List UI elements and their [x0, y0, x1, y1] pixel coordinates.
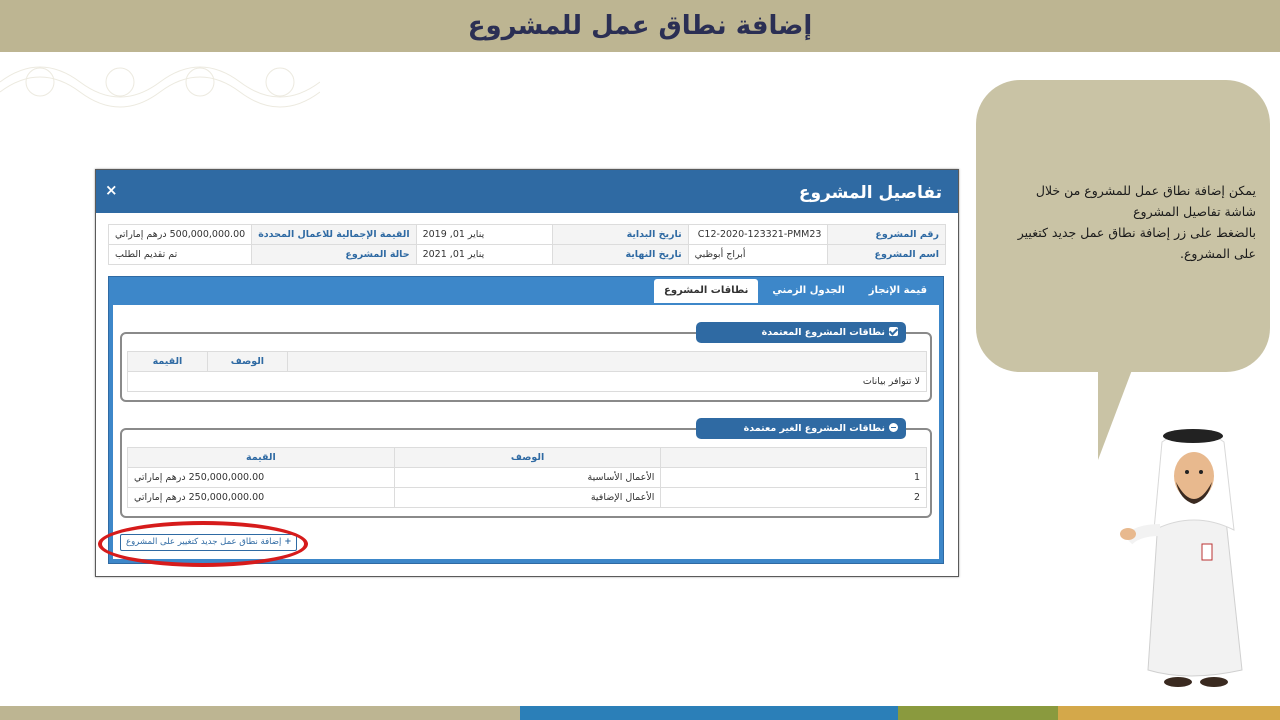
unapproved-scopes-fieldset: نطاقات المشروع الغير معتمدة الوصف القيمة… [120, 418, 932, 518]
unapproved-scopes-legend[interactable]: نطاقات المشروع الغير معتمدة [696, 418, 906, 439]
row-description: الأعمال الإضافية [393, 487, 662, 508]
footer-bar-gold [1058, 706, 1280, 720]
approved-scopes-fieldset: نطاقات المشروع المعتمدة الوصف القيمة لا … [120, 322, 932, 402]
table-row: 1 الأعمال الأساسية 250,000,000.00 درهم إ… [127, 467, 927, 488]
decorative-pattern [0, 66, 320, 108]
table-row: 2 الأعمال الإضافية 250,000,000.00 درهم إ… [127, 487, 927, 508]
approved-scopes-legend-text: نطاقات المشروع المعتمدة [761, 327, 885, 338]
bubble-line: بالضغط على زر إضافة نطاق عمل جديد كتغيير [1017, 225, 1256, 240]
checkbox-icon [889, 327, 898, 336]
empty-message: لا تتوافر بيانات [127, 371, 927, 392]
header-value: القيمة [127, 447, 395, 468]
project-details-modal: تفاصيل المشروع × رقم المشروع C12-2020-12… [95, 169, 959, 577]
tab-completion-value[interactable]: قيمة الإنجاز [859, 279, 937, 303]
tab-bar: قيمة الإنجاز الجدول الزمني نطاقات المشرو… [650, 279, 937, 305]
footer-bar-beige [0, 706, 520, 720]
bubble-line: يمكن إضافة نطاق عمل للمشروع من خلال [1035, 183, 1256, 198]
project-name-value: أبراج أبوظبي [687, 244, 829, 265]
project-name-label: اسم المشروع [827, 244, 946, 265]
status-label: حالة المشروع [251, 244, 417, 265]
row-number: 2 [660, 487, 927, 508]
total-value-label: القيمة الإجمالية للاعمال المحددة [251, 224, 417, 245]
bubble-line: شاشة تفاصيل المشروع [1133, 204, 1256, 219]
row-value: 250,000,000.00 درهم إماراتي [127, 467, 395, 488]
modal-header: تفاصيل المشروع × [96, 170, 958, 213]
end-date-value: يناير 01, 2021 [415, 244, 553, 265]
status-value: تم تقديم الطلب [107, 244, 253, 265]
header-number [660, 447, 927, 468]
close-icon[interactable]: × [105, 181, 118, 199]
footer-bar-blue [520, 706, 898, 720]
end-date-label: تاريخ النهاية [551, 244, 689, 265]
start-date-label: تاريخ البداية [551, 224, 689, 245]
header-number [286, 351, 928, 372]
row-value: 250,000,000.00 درهم إماراتي [127, 487, 395, 508]
speech-bubble-text: يمكن إضافة نطاق عمل للمشروع من خلال شاشة… [992, 180, 1256, 264]
start-date-value: يناير 01, 2019 [415, 224, 553, 245]
slide-title: إضافة نطاق عمل للمشروع [467, 11, 813, 41]
project-number-value: C12-2020-123321-PMM23 [687, 224, 829, 245]
highlight-ellipse [98, 521, 308, 567]
modal-title: تفاصيل المشروع [798, 183, 942, 203]
approved-scopes-table: الوصف القيمة لا تتوافر بيانات [127, 351, 928, 392]
tab-project-scopes[interactable]: نطاقات المشروع [654, 279, 759, 303]
unapproved-scopes-table: الوصف القيمة 1 الأعمال الأساسية 250,000,… [127, 447, 927, 508]
character-illustration [1120, 429, 1243, 687]
collapse-icon [889, 423, 898, 432]
header-description: الوصف [393, 447, 662, 468]
header-description: الوصف [206, 351, 288, 372]
bubble-line: على المشروع. [1179, 246, 1256, 261]
total-value-value: 500,000,000.00 درهم إماراتي [107, 224, 253, 245]
unapproved-scopes-legend-text: نطاقات المشروع الغير معتمدة [743, 423, 885, 434]
footer-bar-green [898, 706, 1058, 720]
project-number-label: رقم المشروع [827, 224, 946, 245]
row-number: 1 [660, 467, 927, 488]
row-description: الأعمال الأساسية [393, 467, 662, 488]
approved-scopes-legend[interactable]: نطاقات المشروع المعتمدة [696, 322, 906, 343]
header-value: القيمة [127, 351, 208, 372]
project-info-table: رقم المشروع C12-2020-123321-PMM23 تاريخ … [107, 224, 946, 265]
tab-timeline[interactable]: الجدول الزمني [762, 279, 854, 303]
